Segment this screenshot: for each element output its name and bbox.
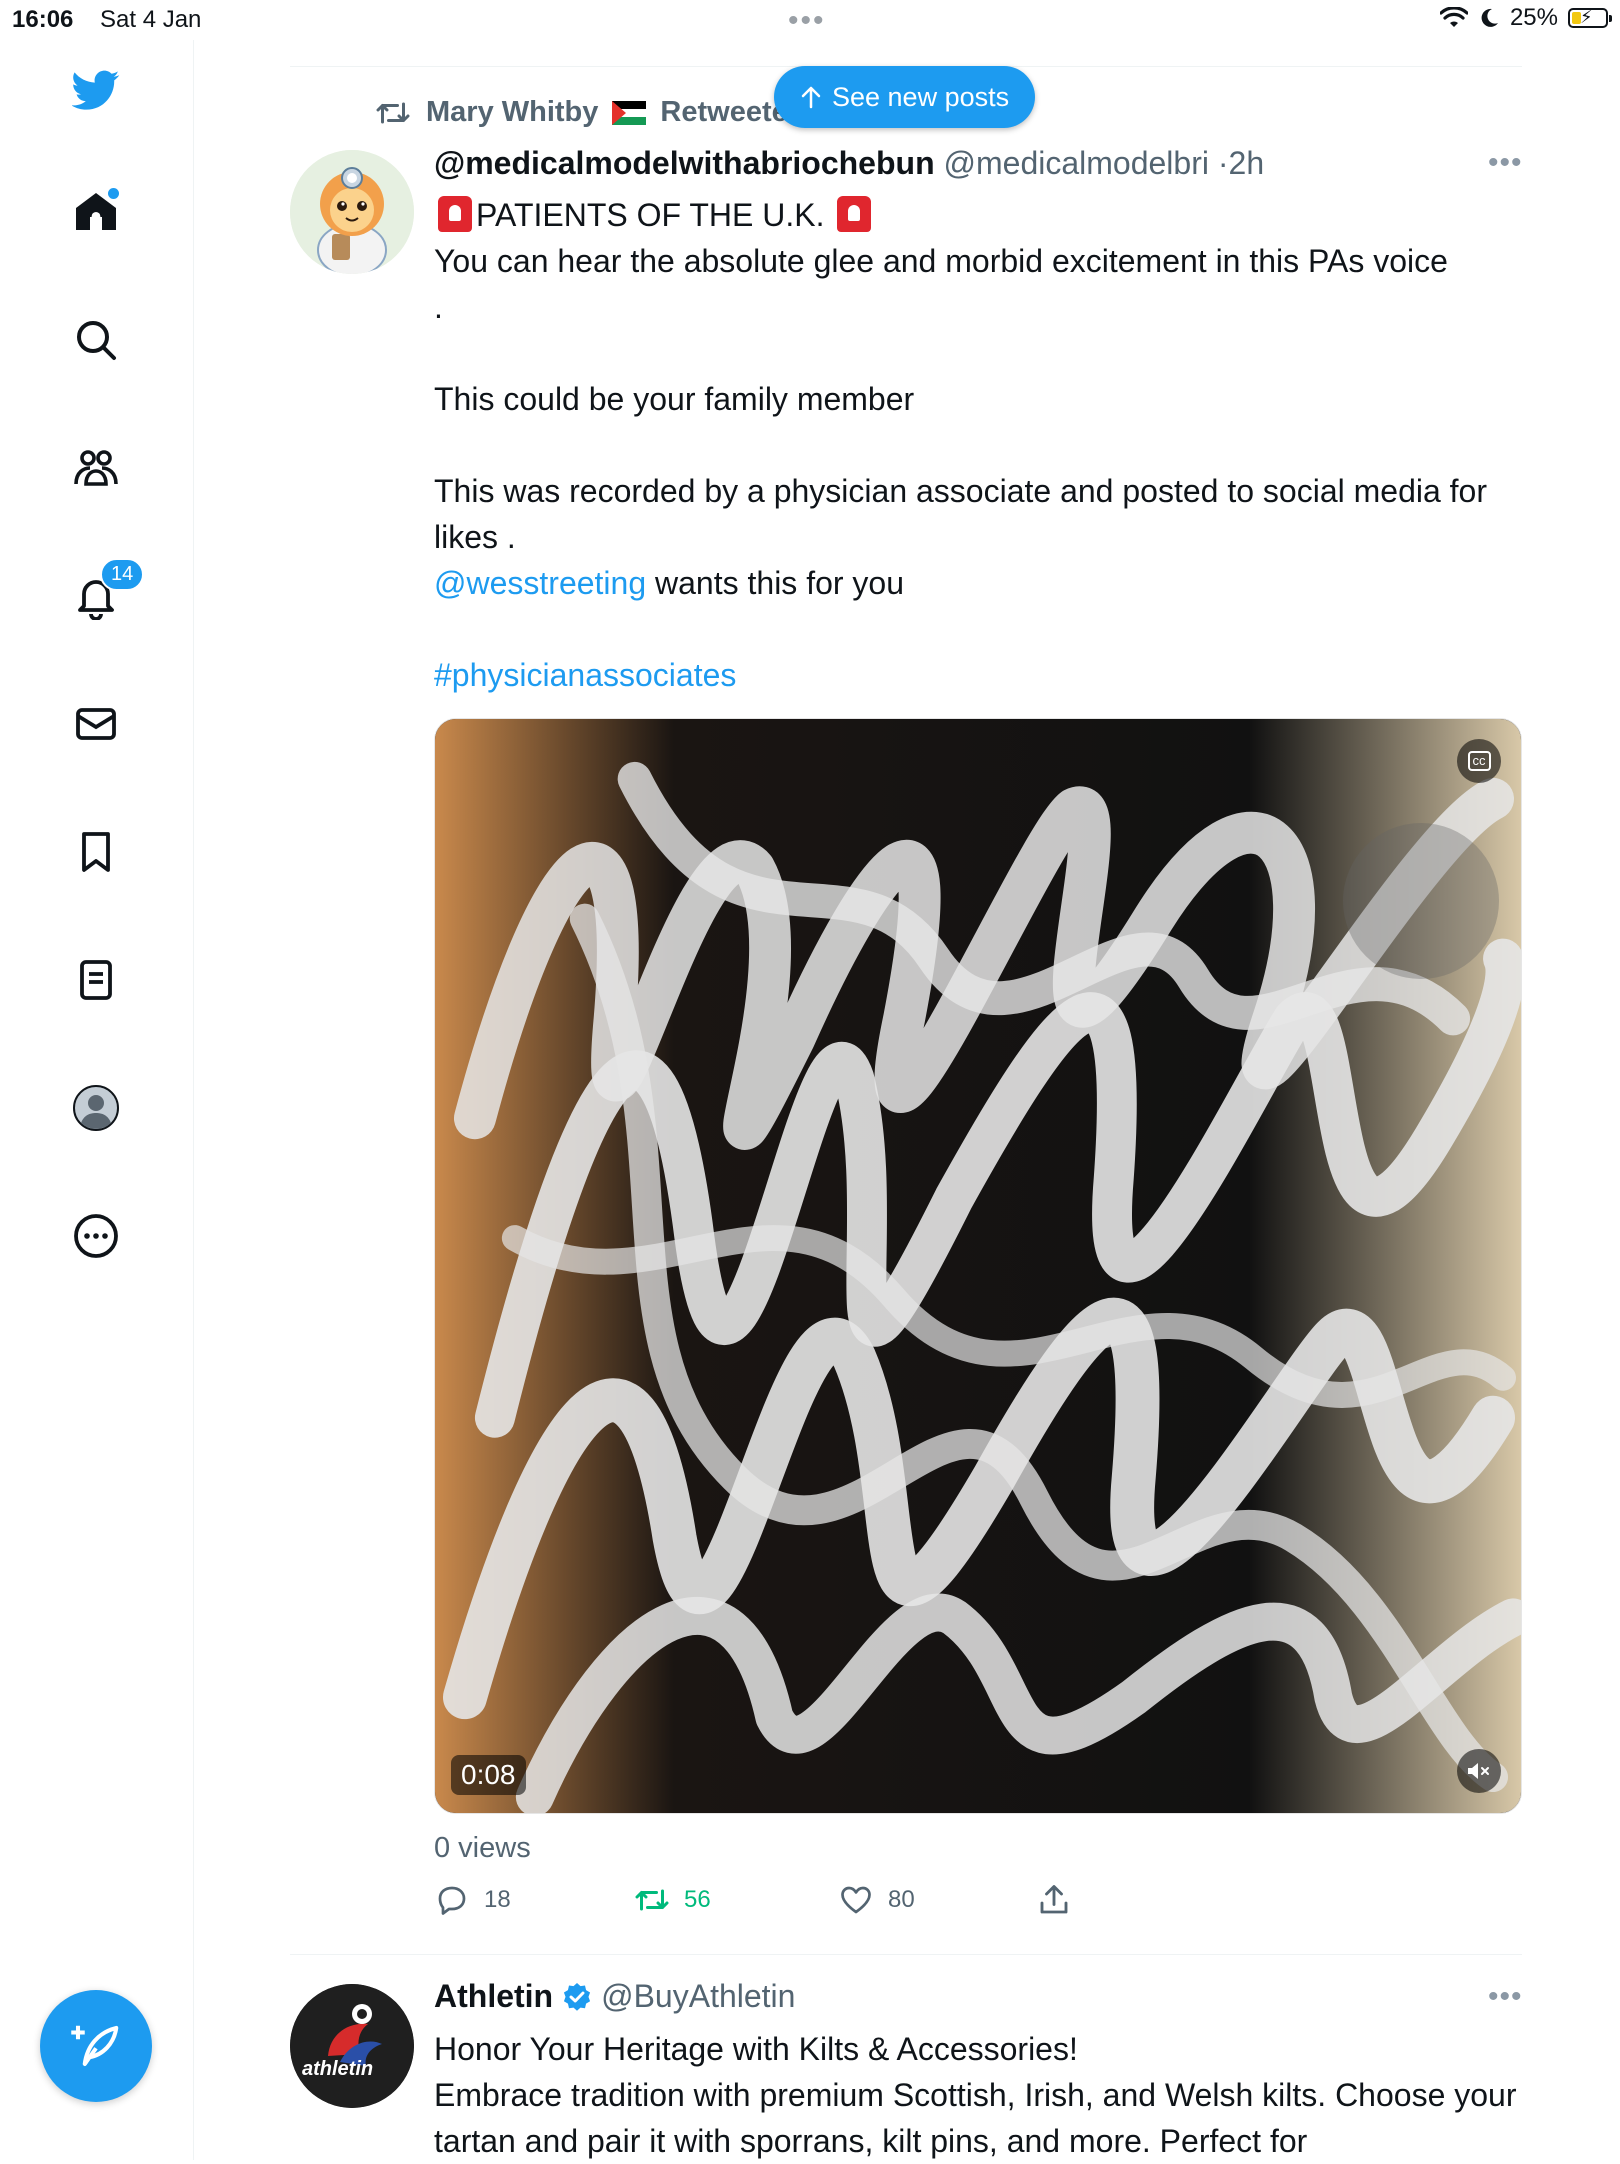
nav-notifications[interactable]: 14 [66, 558, 145, 626]
tweet2-text: Honor Your Heritage with Kilts & Accesso… [434, 2026, 1524, 2164]
reply-button[interactable]: 18 [434, 1882, 511, 1918]
nav-messages[interactable] [66, 694, 126, 754]
reply-icon [438, 1886, 466, 1915]
tweet2-line-1: Honor Your Heritage with Kilts & Accesso… [434, 2031, 1078, 2067]
advertiser-handle[interactable]: @BuyAthletin [601, 1978, 795, 2015]
video-play-overlay [1343, 823, 1499, 979]
tweet-line-3: . [434, 289, 443, 325]
tweet-time[interactable]: 2h [1229, 145, 1265, 181]
compose-feather-icon [71, 2025, 119, 2067]
retweet-icon [376, 102, 410, 123]
status-bar: 16:06 Sat 4 Jan ••• 25% ⚡ [0, 0, 1620, 40]
advertiser-name[interactable]: Athletin [434, 1978, 553, 2015]
advertiser-avatar[interactable]: athletin [290, 1984, 414, 2108]
mention-suffix: wants this for you [646, 565, 905, 601]
view-count: 0 views [434, 1832, 531, 1864]
bookmark-icon [82, 832, 110, 872]
verified-badge-icon [564, 1982, 591, 2011]
hashtag-link[interactable]: #physicianassociates [434, 657, 736, 693]
tweet2-more-options-icon[interactable]: ••• [1488, 1980, 1523, 2014]
tweet-video[interactable]: cc 0:08 [434, 718, 1522, 1814]
cc-icon: cc [1467, 751, 1491, 771]
sidebar: 14 [0, 40, 194, 2160]
avatar-logo-text: athletin [302, 2058, 374, 2080]
tweet-line-4: This could be your family member [434, 381, 915, 417]
nav-communities[interactable] [66, 438, 126, 498]
mention-link[interactable]: @wesstreeting [434, 565, 646, 601]
retweeter-name: Mary Whitby [426, 96, 599, 128]
tweet-text: PATIENTS OF THE U.K. You can hear the ab… [434, 192, 1524, 698]
author-avatar[interactable] [290, 150, 414, 274]
heart-icon [841, 1886, 871, 1914]
mail-icon [76, 708, 116, 740]
tweet-header: @medicalmodelwithabriochebun @medicalmod… [434, 145, 1264, 182]
wifi-icon [1439, 7, 1468, 27]
date: Sat 4 Jan [100, 6, 202, 33]
search-icon [77, 321, 116, 360]
notifications-badge: 14 [100, 558, 145, 591]
twitter-logo-icon[interactable] [66, 60, 126, 120]
author-display-name[interactable]: @medicalmodelwithabriochebun [434, 145, 935, 181]
reply-count: 18 [484, 1886, 511, 1913]
tweet-line-1: PATIENTS OF THE U.K. [476, 197, 825, 233]
tweet-line-2: You can hear the absolute glee and morbi… [434, 243, 1448, 279]
captions-button[interactable]: cc [1457, 739, 1501, 783]
more-circle-icon [74, 1214, 118, 1258]
tweet-line-5: This was recorded by a physician associa… [434, 473, 1487, 555]
arrow-up-icon [801, 86, 821, 109]
clock: 16:06 [12, 6, 74, 33]
like-count: 80 [888, 1886, 915, 1913]
like-button[interactable]: 80 [838, 1882, 915, 1918]
cartoon-doctor-avatar-icon [290, 150, 414, 274]
profile-avatar-icon [73, 1085, 119, 1131]
retweet-count: 56 [684, 1886, 711, 1913]
nav-explore[interactable] [66, 310, 126, 370]
share-icon [1040, 1885, 1068, 1914]
author-handle[interactable]: @medicalmodelbri [944, 145, 1209, 181]
rotating-light-emoji-icon [438, 196, 472, 232]
retweet-active-icon [635, 1889, 669, 1911]
separator-dot: · [1217, 145, 1229, 181]
retweet-context[interactable]: Mary Whitby Retweeted [374, 96, 805, 129]
battery-icon: ⚡ [1568, 7, 1612, 28]
mute-button[interactable] [1457, 1749, 1501, 1793]
tweet-actions: 18 56 80 [434, 1882, 1134, 1928]
nav-lists[interactable] [66, 950, 126, 1010]
speaker-muted-icon [1468, 1763, 1489, 1779]
communities-icon [74, 450, 118, 486]
list-icon [80, 960, 112, 1000]
tweet2-line-2: Embrace tradition with premium Scottish,… [434, 2077, 1517, 2159]
palestine-flag-icon [612, 100, 647, 125]
nav-profile[interactable] [66, 1078, 126, 1138]
nav-bookmarks[interactable] [66, 822, 126, 882]
rotating-light-emoji-icon [837, 196, 872, 232]
athletin-logo-icon [290, 1984, 414, 2108]
tweet-divider [290, 1954, 1522, 1955]
home-unread-dot [108, 188, 119, 199]
share-button[interactable] [1036, 1882, 1072, 1918]
multitasking-dots-icon[interactable]: ••• [788, 4, 826, 38]
battery-percent: 25% [1509, 4, 1558, 31]
tweet-more-options-icon[interactable]: ••• [1488, 146, 1523, 180]
nav-more[interactable] [66, 1206, 126, 1266]
nav-home[interactable] [66, 182, 126, 242]
see-new-posts-button[interactable]: See new posts [774, 66, 1036, 128]
video-duration: 0:08 [451, 1755, 526, 1795]
retweet-button[interactable]: 56 [634, 1882, 711, 1918]
moon-icon [1481, 8, 1498, 27]
see-new-posts-label: See new posts [832, 81, 1010, 112]
tweet2-header: Athletin @BuyAthletin [434, 1978, 795, 2015]
compose-tweet-button[interactable] [40, 1990, 152, 2102]
